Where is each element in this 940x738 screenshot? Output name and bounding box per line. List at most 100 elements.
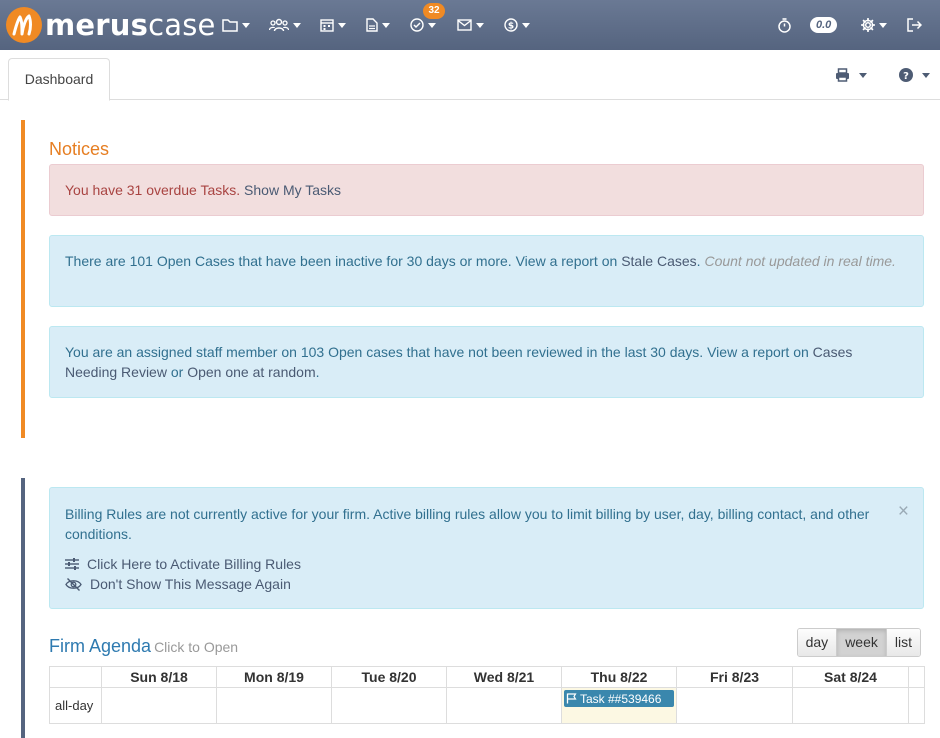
stopwatch-icon	[778, 17, 791, 33]
tasks-menu[interactable]: 32	[410, 0, 445, 50]
stale-cases-text: There are 101 Open Cases that have been …	[65, 253, 618, 269]
meruscase-logo[interactable]: meruscase	[6, 7, 216, 43]
printer-icon	[836, 68, 849, 82]
scrollbar-gutter	[908, 666, 925, 688]
allday-row: all-day Task ##539466	[49, 687, 925, 724]
tab-bar: Dashboard ?	[0, 50, 940, 101]
review-cases-alert: You are an assigned staff member on 103 …	[49, 326, 924, 398]
firm-agenda-title-text: Firm Agenda	[49, 636, 152, 656]
agenda-calendar: Sun 8/18 Mon 8/19 Tue 8/20 Wed 8/21 Thu …	[49, 666, 925, 724]
day-header: Thu 8/22	[561, 666, 677, 688]
mail-icon	[457, 19, 472, 31]
firm-agenda-title[interactable]: Firm Agenda Click to Open	[49, 636, 238, 657]
calendar-header-row: Sun 8/18 Mon 8/19 Tue 8/20 Wed 8/21 Thu …	[49, 666, 925, 688]
day-header: Fri 8/23	[676, 666, 793, 688]
overdue-tasks-text: You have 31 overdue Tasks.	[65, 182, 241, 198]
tab-dashboard[interactable]: Dashboard	[8, 58, 110, 101]
svg-text:?: ?	[903, 71, 909, 82]
logo-wordmark-bold: merus	[45, 8, 149, 42]
logo-mark-icon	[6, 7, 42, 43]
calendar-event[interactable]: Task ##539466	[564, 690, 674, 707]
notices-panel: Notices You have 31 overdue Tasks. Show …	[21, 120, 924, 438]
activate-billing-rules-label: Click Here to Activate Billing Rules	[87, 556, 301, 572]
top-nav-bar: meruscase 32 $ 0.0	[0, 0, 940, 50]
logout-button[interactable]	[907, 0, 922, 50]
review-cases-text: You are an assigned staff member on 103 …	[65, 344, 809, 360]
task-check-icon	[410, 18, 424, 32]
documents-menu[interactable]	[366, 0, 390, 50]
folder-icon	[222, 19, 238, 32]
overdue-tasks-alert: You have 31 overdue Tasks. Show My Tasks	[49, 164, 924, 216]
view-day-button[interactable]: day	[797, 629, 837, 656]
billing-message: Billing Rules are not currently active f…	[65, 506, 870, 542]
billing-dollar-icon: $	[504, 18, 518, 32]
help-menu[interactable]: ?	[899, 68, 930, 82]
eye-slash-icon	[65, 577, 82, 591]
logout-icon	[907, 18, 922, 32]
day-cell[interactable]	[101, 687, 217, 724]
chevron-down-icon	[338, 22, 346, 28]
people-icon	[269, 18, 289, 32]
cases-menu[interactable]	[222, 0, 250, 50]
day-header: Sat 8/24	[792, 666, 909, 688]
chevron-down-icon	[879, 22, 887, 28]
flag-icon	[566, 693, 577, 704]
calendar-event-label: Task ##539466	[580, 691, 662, 706]
day-header: Wed 8/21	[446, 666, 562, 688]
chevron-down-icon	[293, 22, 301, 28]
timer-value[interactable]: 0.0	[810, 0, 838, 50]
agenda-view-switcher: day week list	[796, 628, 921, 657]
activate-billing-rules-link[interactable]: Click Here to Activate Billing Rules	[65, 554, 908, 574]
logo-wordmark-thin: case	[148, 8, 216, 42]
day-cell[interactable]	[331, 687, 447, 724]
billing-menu[interactable]: $	[504, 0, 530, 50]
day-header: Tue 8/20	[331, 666, 447, 688]
agenda-panel: × Billing Rules are not currently active…	[21, 478, 925, 738]
tasks-count-badge: 32	[423, 3, 445, 19]
firm-agenda-subtitle: Click to Open	[154, 639, 239, 655]
timer-button[interactable]	[778, 0, 791, 50]
document-icon	[366, 18, 378, 32]
sliders-icon	[65, 558, 79, 570]
chevron-down-icon	[382, 22, 390, 28]
close-icon[interactable]: ×	[898, 502, 909, 522]
view-list-button[interactable]: list	[885, 629, 920, 656]
chevron-down-icon	[476, 22, 484, 28]
day-cell[interactable]	[676, 687, 793, 724]
day-header: Mon 8/19	[216, 666, 332, 688]
contacts-menu[interactable]	[269, 0, 301, 50]
dont-show-again-label: Don't Show This Message Again	[90, 576, 291, 592]
stale-cases-link[interactable]: Stale Cases	[621, 253, 696, 269]
scrollbar-gutter	[908, 687, 925, 724]
review-period: .	[315, 364, 320, 380]
day-cell-today[interactable]: Task ##539466	[561, 687, 677, 724]
stale-cases-period: .	[696, 253, 701, 269]
view-week-button[interactable]: week	[836, 629, 886, 656]
calendar-icon	[320, 19, 334, 32]
billing-rules-alert: × Billing Rules are not currently active…	[49, 487, 924, 609]
stale-cases-note: Count not updated in real time.	[704, 253, 896, 269]
allday-label: all-day	[49, 687, 102, 724]
chevron-down-icon	[922, 72, 930, 78]
gear-icon	[861, 18, 875, 32]
show-my-tasks-link[interactable]: Show My Tasks	[244, 182, 341, 198]
calendar-menu[interactable]	[320, 0, 346, 50]
review-or-text: or	[170, 364, 184, 380]
logo-wordmark: meruscase	[45, 7, 216, 43]
day-cell[interactable]	[792, 687, 909, 724]
day-cell[interactable]	[446, 687, 562, 724]
stale-cases-alert: There are 101 Open Cases that have been …	[49, 235, 924, 307]
settings-menu[interactable]	[861, 0, 887, 50]
svg-text:$: $	[508, 22, 514, 32]
chevron-down-icon	[242, 22, 250, 28]
mail-menu[interactable]	[457, 0, 484, 50]
calendar-corner	[49, 666, 102, 688]
day-cell[interactable]	[216, 687, 332, 724]
dont-show-again-link[interactable]: Don't Show This Message Again	[65, 574, 908, 594]
chevron-down-icon	[522, 22, 530, 28]
open-random-case-link[interactable]: Open one at random	[187, 364, 315, 380]
notices-title: Notices	[49, 139, 110, 159]
print-menu[interactable]	[835, 68, 867, 82]
help-icon: ?	[899, 68, 913, 82]
chevron-down-icon	[428, 22, 436, 28]
